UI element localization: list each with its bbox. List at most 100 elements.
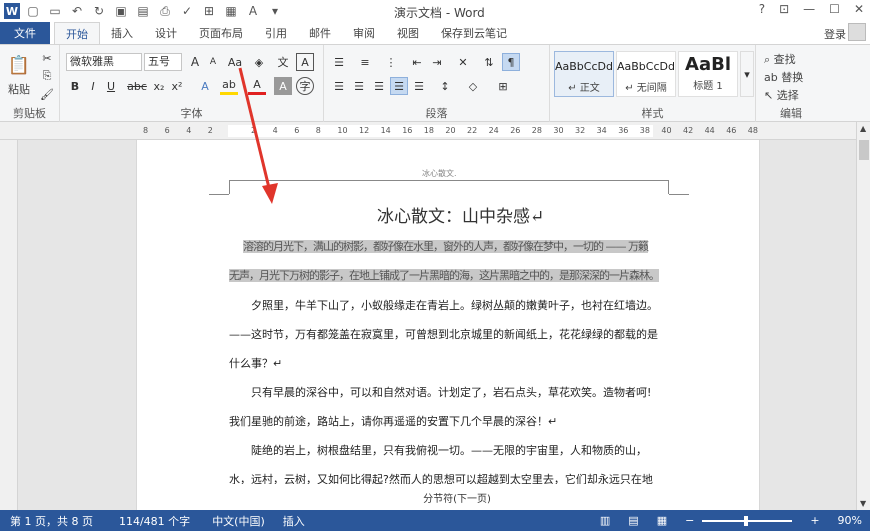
clear-format-icon[interactable]: ◈ — [250, 53, 268, 71]
char-shading-icon[interactable]: A — [274, 77, 292, 95]
avatar[interactable] — [848, 23, 866, 41]
paragraph-2[interactable]: 夕照里，牛羊下山了，小蚁般缘走在青岩上。绿树丛颠的嫩黄叶子，也衬在红墙边。——这… — [229, 291, 659, 378]
draw-table-icon[interactable]: ▦ — [222, 2, 240, 20]
increase-indent-icon[interactable]: ⇥ — [428, 53, 446, 71]
paste-button[interactable]: 粘贴 — [8, 81, 30, 97]
minimize-button[interactable]: — — [803, 2, 815, 16]
text-effects-icon[interactable]: A — [196, 77, 214, 95]
page-header-text[interactable]: 冰心散文. — [422, 168, 457, 179]
tab-insert[interactable]: 插入 — [100, 22, 144, 44]
copy-icon[interactable]: ⎘ — [38, 67, 56, 85]
shrink-font-icon[interactable]: A — [204, 53, 222, 71]
spelling-icon[interactable]: ✓ — [178, 2, 196, 20]
tab-design[interactable]: 设计 — [144, 22, 188, 44]
bullets-icon[interactable]: ☰ — [330, 53, 348, 71]
font-family-select[interactable]: 微软雅黑 — [66, 53, 142, 71]
paragraph-4[interactable]: 陡绝的岩上，树根盘结里，只有我俯视一切。——无限的宇宙里，人和物质的山，水，远村… — [229, 436, 659, 484]
subscript-button[interactable]: x₂ — [150, 77, 168, 95]
strikethrough-button[interactable]: abc — [126, 77, 148, 95]
replace-button[interactable]: ab 替换 — [764, 69, 803, 85]
cut-icon[interactable]: ✂ — [38, 49, 56, 67]
numbering-icon[interactable]: ≡ — [356, 53, 374, 71]
web-layout-icon[interactable]: ▦ — [657, 514, 667, 527]
char-border-icon[interactable]: A — [296, 53, 314, 71]
paragraph-3[interactable]: 只有早晨的深谷中，可以和自然对语。计划定了，岩石点头，草花欢笑。造物者呵!我们星… — [229, 378, 659, 436]
find-button[interactable]: ⌕ 查找 — [764, 51, 796, 67]
font-color-icon[interactable]: A — [248, 77, 266, 95]
redo-icon[interactable]: ↻ — [90, 2, 108, 20]
format-painter-icon[interactable]: 🖌 — [38, 85, 56, 103]
align-right-icon[interactable]: ☰ — [370, 77, 388, 95]
font-color-qat-icon[interactable]: A — [244, 2, 262, 20]
status-language[interactable]: 中文(中国) — [212, 513, 265, 529]
align-left-icon[interactable]: ☰ — [330, 77, 348, 95]
zoom-level[interactable]: 90% — [838, 514, 862, 527]
document-title[interactable]: 冰心散文：山中杂感↵ — [377, 202, 544, 227]
decrease-indent-icon[interactable]: ⇤ — [408, 53, 426, 71]
change-case-icon[interactable]: Aa — [226, 53, 244, 71]
styles-scroll-icon[interactable]: ▾ — [740, 51, 754, 97]
select-button[interactable]: ↖ 选择 — [764, 87, 799, 103]
justify-icon[interactable]: ☰ — [390, 77, 408, 95]
read-mode-icon[interactable]: ▥ — [600, 514, 610, 527]
maximize-button[interactable]: ☐ — [829, 2, 840, 16]
ribbon-display-button[interactable]: ⊡ — [779, 2, 789, 16]
tab-file[interactable]: 文件 — [0, 22, 50, 44]
underline-button[interactable]: U — [102, 77, 120, 95]
vertical-scrollbar[interactable]: ▲ ▼ — [856, 122, 870, 510]
tab-references[interactable]: 引用 — [254, 22, 298, 44]
customize-qat-icon[interactable]: ▾ — [266, 2, 284, 20]
shading-icon[interactable]: ◇ — [464, 77, 482, 95]
bold-button[interactable]: B — [66, 77, 84, 95]
save-as-icon[interactable]: ▤ — [134, 2, 152, 20]
italic-button[interactable]: I — [84, 77, 102, 95]
align-center-icon[interactable]: ☰ — [350, 77, 368, 95]
sort-icon[interactable]: ⇅ — [480, 53, 498, 71]
tab-mailings[interactable]: 邮件 — [298, 22, 342, 44]
status-page-count[interactable]: 第 1 页，共 8 页 — [10, 513, 93, 529]
zoom-slider[interactable] — [702, 515, 793, 526]
vertical-ruler[interactable] — [0, 140, 18, 510]
status-insert-mode[interactable]: 插入 — [283, 513, 305, 529]
open-folder-icon[interactable]: ▭ — [46, 2, 64, 20]
style-heading1[interactable]: AaBl 标题 1 — [678, 51, 738, 97]
close-button[interactable]: ✕ — [854, 2, 864, 16]
highlight-icon[interactable]: ab — [220, 77, 238, 95]
tab-save-cloud[interactable]: 保存到云笔记 — [430, 22, 518, 44]
tab-home[interactable]: 开始 — [54, 22, 100, 44]
grow-font-icon[interactable]: A — [186, 53, 204, 71]
horizontal-ruler[interactable]: 8 6 4 2 2 4 6 8 10 12 14 16 18 20 22 24 26 28 30 32 34 36 38 40… — [0, 122, 870, 140]
phonetic-guide-icon[interactable]: 文 — [274, 53, 292, 71]
save-icon[interactable]: ▣ — [112, 2, 130, 20]
login-link[interactable]: 登录 — [824, 26, 846, 42]
tab-review[interactable]: 审阅 — [342, 22, 386, 44]
tab-view[interactable]: 视图 — [386, 22, 430, 44]
tab-page-layout[interactable]: 页面布局 — [188, 22, 254, 44]
style-normal[interactable]: AaBbCcDd ↵ 正文 — [554, 51, 614, 97]
scrollbar-thumb[interactable] — [859, 140, 869, 160]
table-icon[interactable]: ⊞ — [200, 2, 218, 20]
multilevel-list-icon[interactable]: ⋮ — [382, 53, 400, 71]
scroll-up-icon[interactable]: ▲ — [860, 124, 866, 133]
enclose-char-icon[interactable]: 字 — [296, 77, 314, 95]
font-size-select[interactable]: 五号 — [144, 53, 182, 71]
print-preview-icon[interactable]: ⎙ — [156, 2, 174, 20]
scroll-down-icon[interactable]: ▼ — [860, 499, 866, 508]
borders-icon[interactable]: ⊞ — [494, 77, 512, 95]
help-button[interactable]: ? — [759, 2, 765, 16]
distribute-icon[interactable]: ☰ — [410, 77, 428, 95]
paragraph-1[interactable]: 溶溶的月光下，满山的树影，都好像在水里，窗外的人声，都好像在梦中，一切的 —— … — [229, 232, 659, 290]
zoom-out-button[interactable]: − — [685, 514, 694, 527]
asian-layout-icon[interactable]: ✕ — [454, 53, 472, 71]
line-spacing-icon[interactable]: ↕ — [436, 77, 454, 95]
superscript-button[interactable]: x² — [168, 77, 186, 95]
show-marks-icon[interactable]: ¶ — [502, 53, 520, 71]
zoom-in-button[interactable]: + — [810, 514, 819, 527]
status-word-count[interactable]: 114/481 个字 — [119, 513, 190, 529]
style-no-spacing[interactable]: AaBbCcDd ↵ 无间隔 — [616, 51, 676, 97]
print-layout-icon[interactable]: ▤ — [628, 514, 638, 527]
undo-icon[interactable]: ↶ — [68, 2, 86, 20]
paste-icon[interactable]: 📋 — [8, 51, 30, 79]
new-document-icon[interactable]: ▢ — [24, 2, 42, 20]
document-page[interactable]: 冰心散文. 冰心散文：山中杂感↵ 溶溶的月光下，满山的树影，都好像在水里，窗外的… — [136, 140, 760, 510]
